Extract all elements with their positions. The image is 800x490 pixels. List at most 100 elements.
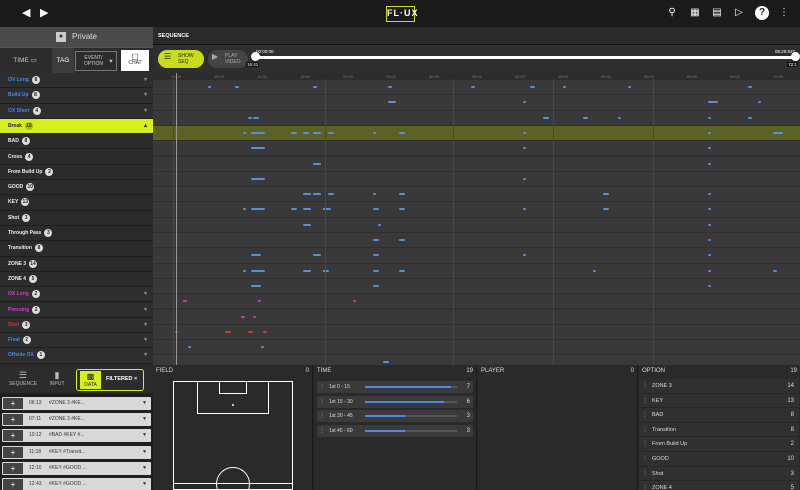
tag-row[interactable]: Final 2 ▾ <box>0 333 153 349</box>
sequence-event-marker[interactable] <box>708 147 711 150</box>
sequence-event-marker[interactable] <box>243 131 246 134</box>
chat-button[interactable]: ▢ CHAT <box>121 50 149 71</box>
drag-handle-icon[interactable]: ⋮ <box>642 394 648 408</box>
sequence-event-marker[interactable] <box>603 193 609 196</box>
chevron-right-icon[interactable]: ▶ <box>40 6 48 19</box>
chevron-down-icon[interactable]: ▼ <box>142 478 147 490</box>
sequence-event-marker[interactable] <box>373 208 379 211</box>
tag-row[interactable]: Through Pass 3 <box>0 226 153 242</box>
tag-row[interactable]: KEY 13 <box>0 195 153 211</box>
sequence-event-marker[interactable] <box>251 269 265 272</box>
tab-data[interactable]: ▩ DATA <box>80 371 101 389</box>
sequence-event-marker[interactable] <box>583 116 588 119</box>
sequence-event-marker[interactable] <box>543 116 549 119</box>
show-seq-button[interactable]: ☰ SHOW SEQ <box>158 50 204 68</box>
time-bucket-row[interactable]: ⋮ 1st 30 - 45 3 <box>317 410 473 422</box>
clip-item[interactable]: +11:18 #KEY #Transit... ▼ <box>2 445 151 459</box>
tag-row[interactable]: BAD 8 <box>0 134 153 150</box>
sequence-event-marker[interactable] <box>399 208 405 211</box>
sequence-event-marker[interactable] <box>313 193 321 196</box>
sequence-event-marker[interactable] <box>251 284 261 287</box>
sequence-event-marker[interactable] <box>593 269 596 272</box>
clip-item[interactable]: +06:13 #ZONE 3 #KE... ▼ <box>2 397 151 410</box>
chevron-down-icon[interactable]: ▾ <box>144 287 147 302</box>
tag-row[interactable]: Build Up 8 ▾ <box>0 88 153 104</box>
chevron-down-icon[interactable]: ▼ <box>142 429 147 442</box>
time-bucket-row[interactable]: ⋮ 1st 45 - 60 3 <box>317 424 473 437</box>
sequence-event-marker[interactable] <box>303 223 311 226</box>
sequence-event-marker[interactable] <box>758 101 761 104</box>
tab-time[interactable]: TIME ▭ <box>4 48 46 74</box>
calendar-icon[interactable]: ▦ <box>688 6 702 20</box>
sequence-event-marker[interactable] <box>253 116 259 119</box>
option-row[interactable]: ⋮ From Build Up 2 <box>639 437 799 452</box>
sequence-event-marker[interactable] <box>708 269 711 272</box>
drag-handle-icon[interactable]: ⋮ <box>642 452 648 466</box>
sequence-event-marker[interactable] <box>530 86 535 88</box>
sequence-event-marker[interactable] <box>253 315 256 318</box>
sequence-event-marker[interactable] <box>258 300 261 303</box>
tag-row[interactable]: ZONE 45 <box>0 271 153 288</box>
chevron-down-icon[interactable]: ▾ <box>144 104 147 119</box>
search-icon[interactable]: ⚲ <box>665 6 679 20</box>
sequence-event-marker[interactable] <box>373 269 379 272</box>
chevron-down-icon[interactable]: ▾ <box>144 303 147 318</box>
option-row[interactable]: ⋮ Transition 8 <box>639 422 799 438</box>
tag-row[interactable]: Break 19 ▴ <box>0 118 153 135</box>
sequence-event-marker[interactable] <box>388 86 392 88</box>
chevron-down-icon[interactable]: ▾ <box>144 333 147 348</box>
sequence-event-marker[interactable] <box>748 86 752 88</box>
sequence-event-marker[interactable] <box>248 116 252 119</box>
sequence-event-marker[interactable] <box>373 284 379 287</box>
tag-row[interactable]: GOOD 10 <box>0 180 153 196</box>
sequence-event-marker[interactable] <box>471 86 475 88</box>
drag-handle-icon[interactable]: ⋮ <box>642 423 648 437</box>
play-video-button[interactable]: ▶ PLAY VIDEO <box>208 50 248 68</box>
sequence-event-marker[interactable] <box>313 162 321 165</box>
sequence-event-marker[interactable] <box>243 208 246 211</box>
time-bucket-row[interactable]: ⋮ 1st 15 - 30 6 <box>317 395 473 408</box>
sequence-event-marker[interactable] <box>248 330 253 333</box>
add-icon[interactable]: + <box>3 398 23 409</box>
sequence-event-marker[interactable] <box>708 239 711 241</box>
sequence-event-marker[interactable] <box>241 315 245 318</box>
chevron-down-icon[interactable]: ▼ <box>142 413 147 426</box>
video-icon[interactable]: ▷ <box>732 6 746 20</box>
sequence-event-marker[interactable] <box>303 269 311 272</box>
sequence-event-marker[interactable] <box>399 131 405 134</box>
tag-row[interactable]: OX Long 2 ▾ <box>0 287 153 303</box>
option-row[interactable]: ⋮ Shot 3 <box>639 466 799 482</box>
tag-row[interactable]: ZONE 3 14 <box>0 256 153 272</box>
tab-input[interactable]: ▮ INPUT <box>42 367 72 393</box>
pitch-diagram[interactable] <box>173 381 293 490</box>
sequence-event-marker[interactable] <box>353 300 356 303</box>
sequence-event-marker[interactable] <box>251 147 265 150</box>
tag-row[interactable]: OX Short 4 ▾ <box>0 103 153 119</box>
sequence-event-marker[interactable] <box>303 131 309 134</box>
close-icon[interactable]: × <box>134 376 137 382</box>
sequence-event-marker[interactable] <box>373 239 379 241</box>
sequence-event-marker[interactable] <box>183 300 187 303</box>
add-icon[interactable]: + <box>3 414 23 426</box>
privacy-bar[interactable]: ● Private <box>0 27 153 47</box>
filtered-badge[interactable]: FILTERED × <box>106 376 137 382</box>
sequence-event-marker[interactable] <box>313 131 321 134</box>
chevron-down-icon[interactable]: ▼ <box>142 446 147 459</box>
tag-row[interactable]: OX Long 8 ▾ <box>0 73 153 89</box>
chevron-down-icon[interactable]: ▾ <box>144 348 147 363</box>
sequence-event-marker[interactable] <box>523 131 526 134</box>
sequence-event-marker[interactable] <box>628 86 631 88</box>
sequence-event-marker[interactable] <box>708 162 711 165</box>
chevron-down-icon[interactable]: ▾ <box>144 88 147 103</box>
range-start-handle[interactable] <box>251 52 260 61</box>
chevron-down-icon[interactable]: ▾ <box>144 318 147 333</box>
sequence-event-marker[interactable] <box>708 101 718 104</box>
sequence-event-marker[interactable] <box>291 208 297 211</box>
sequence-event-marker[interactable] <box>251 131 265 134</box>
sequence-event-marker[interactable] <box>383 361 389 364</box>
sequence-event-marker[interactable] <box>303 208 311 211</box>
menu-icon[interactable]: ⋮ <box>777 6 791 20</box>
playlist-icon[interactable]: ▤ <box>710 6 724 20</box>
tag-row[interactable]: Cross 4 <box>0 149 153 165</box>
sequence-event-marker[interactable] <box>708 193 711 196</box>
